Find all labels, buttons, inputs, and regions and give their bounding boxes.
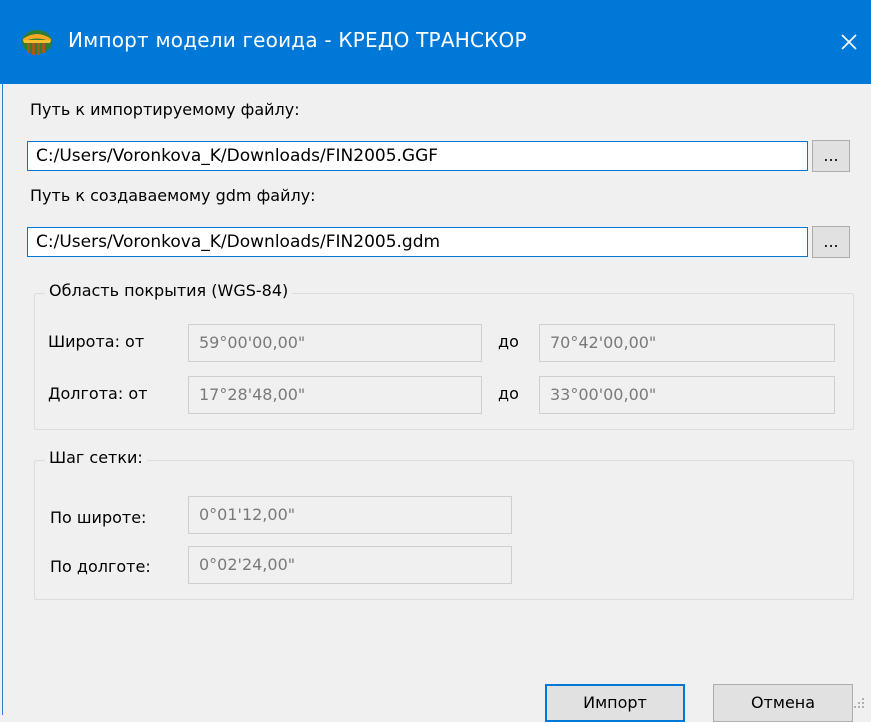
output-path-input[interactable]: C:/Users/Voronkova_K/Downloads/FIN2005.g…: [27, 227, 808, 257]
output-path-label: Путь к создаваемому gdm файлу:: [30, 186, 316, 205]
coverage-legend: Область покрытия (WGS-84): [45, 281, 293, 300]
longitude-to-field[interactable]: 33°00'00,00": [539, 376, 835, 414]
latitude-to-field[interactable]: 70°42'00,00": [539, 324, 835, 362]
close-icon: [841, 34, 857, 50]
import-browse-button[interactable]: ...: [812, 140, 850, 172]
credo-app-icon: [22, 30, 52, 55]
latitude-from-label: Широта: от: [48, 332, 145, 351]
title-bar: Импорт модели геоида - КРЕДО ТРАНСКОР: [0, 0, 871, 84]
grid-lat-label: По широте:: [50, 508, 147, 527]
import-button[interactable]: Импорт: [545, 684, 685, 722]
output-browse-button[interactable]: ...: [812, 226, 850, 258]
grid-lon-label: По долготе:: [50, 557, 151, 576]
grid-lon-field[interactable]: 0°02'24,00": [188, 546, 512, 584]
import-path-input[interactable]: C:/Users/Voronkova_K/Downloads/FIN2005.G…: [27, 141, 808, 171]
grid-step-legend: Шаг сетки:: [45, 448, 147, 467]
longitude-from-field[interactable]: 17°28'48,00": [188, 376, 482, 414]
import-path-label: Путь к импортируемому файлу:: [30, 100, 300, 119]
grid-lat-field[interactable]: 0°01'12,00": [188, 496, 512, 534]
longitude-from-label: Долгота: от: [48, 384, 148, 403]
longitude-to-label: до: [498, 384, 519, 403]
close-button[interactable]: [827, 0, 871, 84]
latitude-to-label: до: [498, 332, 519, 351]
cancel-button[interactable]: Отмена: [713, 684, 853, 722]
window-title: Импорт модели геоида - КРЕДО ТРАНСКОР: [68, 28, 527, 52]
resize-grip-icon[interactable]: [853, 697, 865, 709]
latitude-from-field[interactable]: 59°00'00,00": [188, 324, 482, 362]
